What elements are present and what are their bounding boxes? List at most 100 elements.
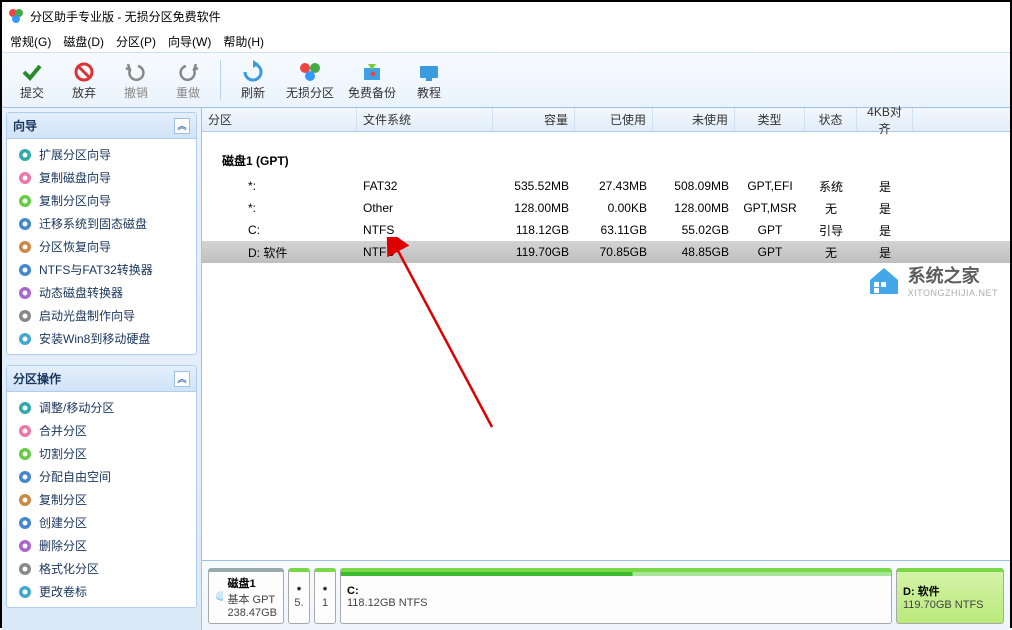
main-area: 分区 文件系统 容量 已使用 未使用 类型 状态 4KB对齐 磁盘1 (GPT)… bbox=[202, 108, 1010, 630]
cell-type: GPT bbox=[735, 223, 805, 237]
item-icon bbox=[17, 262, 33, 278]
cell-unused: 508.09MB bbox=[653, 179, 735, 193]
disk-chip-c[interactable]: C: 118.12GB NTFS bbox=[340, 568, 892, 624]
cell-used: 27.43MB bbox=[575, 179, 653, 193]
item-icon bbox=[17, 423, 33, 439]
cell-state: 引导 bbox=[805, 222, 857, 239]
table-row[interactable]: D: 软件NTFS119.70GB70.85GB48.85GBGPT无是 bbox=[202, 241, 1010, 263]
panel-item-label: 分配自由空间 bbox=[39, 468, 111, 485]
collapse-icon[interactable]: ︽ bbox=[174, 118, 190, 134]
table-body[interactable]: 磁盘1 (GPT) *:FAT32535.52MB27.43MB508.09MB… bbox=[202, 132, 1010, 560]
partition-icon bbox=[298, 60, 322, 84]
disk-chip-d[interactable]: D: 软件 119.70GB NTFS bbox=[896, 568, 1004, 624]
cell-partition: *: bbox=[242, 201, 357, 215]
watermark-sub: XITONGZHIJIA.NET bbox=[908, 288, 998, 298]
th-state[interactable]: 状态 bbox=[805, 108, 857, 131]
menu-help[interactable]: 帮助(H) bbox=[223, 33, 264, 50]
panel-item[interactable]: 更改卷标 bbox=[7, 580, 196, 603]
cell-align: 是 bbox=[857, 244, 913, 261]
item-icon bbox=[17, 331, 33, 347]
disk-sub1: 基本 GPT bbox=[227, 591, 277, 607]
disk-sub2: 238.47GB bbox=[227, 607, 277, 619]
ops-panel-header[interactable]: 分区操作 ︽ bbox=[7, 366, 196, 392]
panel-item[interactable]: 分区恢复向导 bbox=[7, 235, 196, 258]
panel-item[interactable]: 创建分区 bbox=[7, 511, 196, 534]
panel-item-label: 安装Win8到移动硬盘 bbox=[39, 330, 150, 347]
wizard-panel-header[interactable]: 向导 ︽ bbox=[7, 113, 196, 139]
cell-cap: 119.70GB bbox=[493, 245, 575, 259]
cell-fs: NTFS bbox=[357, 245, 493, 259]
panel-item[interactable]: 合并分区 bbox=[7, 419, 196, 442]
chip-d-name: D: 软件 bbox=[903, 583, 997, 599]
panel-item[interactable]: 动态磁盘转换器 bbox=[7, 281, 196, 304]
table-row[interactable]: C:NTFS118.12GB63.11GB55.02GBGPT引导是 bbox=[202, 219, 1010, 241]
panel-item[interactable]: 删除分区 bbox=[7, 534, 196, 557]
panel-item-label: 调整/移动分区 bbox=[39, 399, 114, 416]
item-icon bbox=[17, 285, 33, 301]
cell-used: 70.85GB bbox=[575, 245, 653, 259]
panel-item[interactable]: 调整/移动分区 bbox=[7, 396, 196, 419]
menu-general[interactable]: 常规(G) bbox=[10, 33, 51, 50]
undo-button[interactable]: 撤销 bbox=[112, 55, 160, 105]
chip-c-sub: 118.12GB NTFS bbox=[347, 597, 885, 609]
backup-button[interactable]: 免费备份 bbox=[343, 55, 401, 105]
tutorial-button[interactable]: 教程 bbox=[405, 55, 453, 105]
item-icon bbox=[17, 515, 33, 531]
panel-item-label: 格式化分区 bbox=[39, 560, 99, 577]
cell-partition: D: 软件 bbox=[242, 244, 357, 261]
commit-button[interactable]: 提交 bbox=[8, 55, 56, 105]
backup-icon bbox=[360, 60, 384, 84]
panel-item[interactable]: 安装Win8到移动硬盘 bbox=[7, 327, 196, 350]
titlebar: 分区助手专业版 - 无损分区免费软件 bbox=[2, 2, 1010, 30]
item-icon bbox=[17, 216, 33, 232]
menu-disk[interactable]: 磁盘(D) bbox=[63, 33, 104, 50]
refresh-button[interactable]: 刷新 bbox=[229, 55, 277, 105]
panel-item[interactable]: 分配自由空间 bbox=[7, 465, 196, 488]
th-used[interactable]: 已使用 bbox=[575, 108, 653, 131]
tutorial-icon bbox=[417, 60, 441, 84]
th-unused[interactable]: 未使用 bbox=[653, 108, 735, 131]
th-type[interactable]: 类型 bbox=[735, 108, 805, 131]
table-header: 分区 文件系统 容量 已使用 未使用 类型 状态 4KB对齐 bbox=[202, 108, 1010, 132]
item-icon bbox=[17, 308, 33, 324]
house-icon bbox=[866, 264, 902, 296]
th-fs[interactable]: 文件系统 bbox=[357, 108, 493, 131]
panel-item[interactable]: 格式化分区 bbox=[7, 557, 196, 580]
toolbar-separator bbox=[220, 60, 221, 100]
table-row[interactable]: *:Other128.00MB0.00KB128.00MBGPT,MSR无是 bbox=[202, 197, 1010, 219]
toolbar: 提交 放弃 撤销 重做 刷新 无损分区 免费备份 教程 bbox=[2, 52, 1010, 108]
panel-item[interactable]: 复制磁盘向导 bbox=[7, 166, 196, 189]
discard-icon bbox=[72, 60, 96, 84]
panel-item[interactable]: 扩展分区向导 bbox=[7, 143, 196, 166]
cell-unused: 128.00MB bbox=[653, 201, 735, 215]
panel-item[interactable]: NTFS与FAT32转换器 bbox=[7, 258, 196, 281]
cell-partition: C: bbox=[242, 223, 357, 237]
disk-chip-disk[interactable]: 磁盘1 基本 GPT 238.47GB bbox=[208, 568, 284, 624]
th-capacity[interactable]: 容量 bbox=[493, 108, 575, 131]
th-partition[interactable]: 分区 bbox=[202, 108, 357, 131]
cell-align: 是 bbox=[857, 200, 913, 217]
menu-partition[interactable]: 分区(P) bbox=[116, 33, 156, 50]
panel-item-label: 迁移系统到固态磁盘 bbox=[39, 215, 147, 232]
panel-item[interactable]: 切割分区 bbox=[7, 442, 196, 465]
cell-fs: NTFS bbox=[357, 223, 493, 237]
item-icon bbox=[17, 170, 33, 186]
watermark: 系统之家 XITONGZHIJIA.NET bbox=[866, 262, 998, 298]
redo-button[interactable]: 重做 bbox=[164, 55, 212, 105]
discard-button[interactable]: 放弃 bbox=[60, 55, 108, 105]
menu-wizard[interactable]: 向导(W) bbox=[168, 33, 211, 50]
disk-label[interactable]: 磁盘1 (GPT) bbox=[202, 132, 1010, 175]
panel-item[interactable]: 迁移系统到固态磁盘 bbox=[7, 212, 196, 235]
collapse-icon[interactable]: ︽ bbox=[174, 371, 190, 387]
disk-chip-p2[interactable]: * 1 bbox=[314, 568, 336, 624]
th-align[interactable]: 4KB对齐 bbox=[857, 108, 913, 131]
cell-state: 无 bbox=[805, 244, 857, 261]
disk-chip-p1[interactable]: * 5. bbox=[288, 568, 310, 624]
table-row[interactable]: *:FAT32535.52MB27.43MB508.09MBGPT,EFI系统是 bbox=[202, 175, 1010, 197]
cell-cap: 535.52MB bbox=[493, 179, 575, 193]
panel-item[interactable]: 复制分区向导 bbox=[7, 189, 196, 212]
panel-item[interactable]: 复制分区 bbox=[7, 488, 196, 511]
ops-panel: 分区操作 ︽ 调整/移动分区合并分区切割分区分配自由空间复制分区创建分区删除分区… bbox=[6, 365, 197, 608]
lossless-button[interactable]: 无损分区 bbox=[281, 55, 339, 105]
panel-item[interactable]: 启动光盘制作向导 bbox=[7, 304, 196, 327]
